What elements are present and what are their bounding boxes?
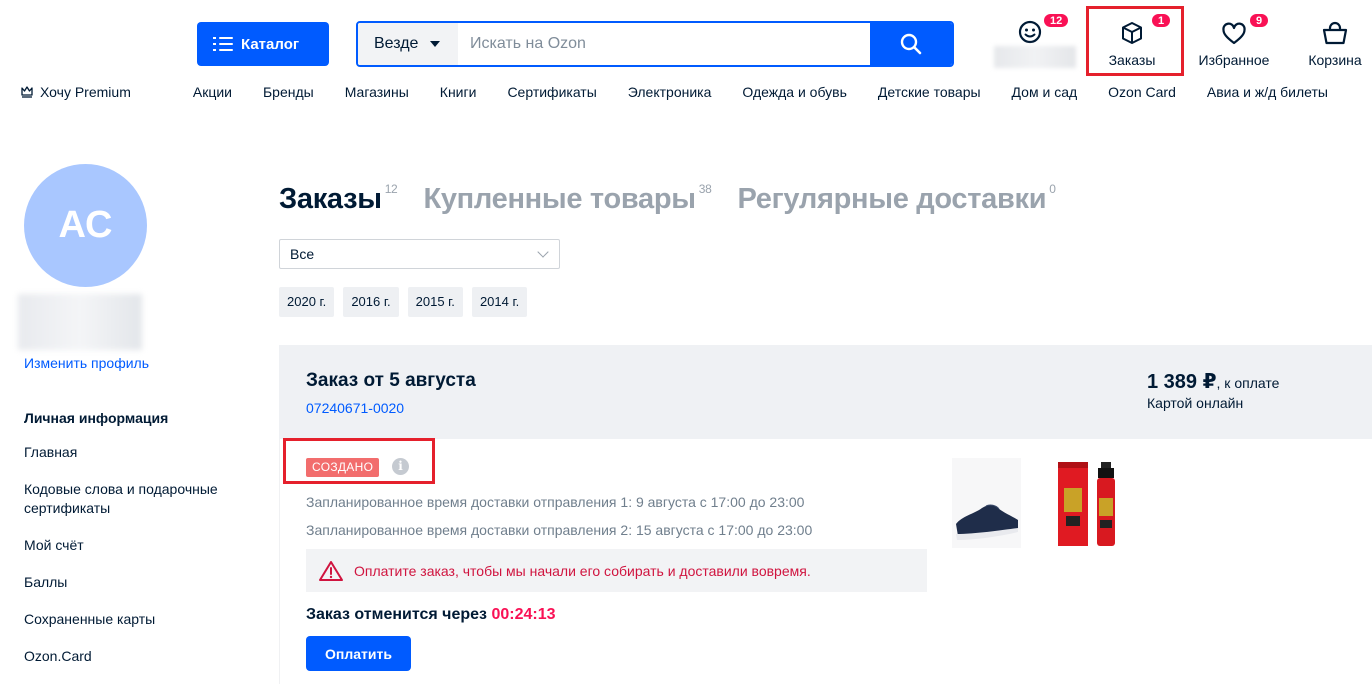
year-chip[interactable]: 2020 г. [279,287,335,317]
order-title: Заказ от 5 августа [306,370,476,391]
cancel-countdown: Заказ отменится через 00:24:13 [306,606,556,623]
cart-header-button[interactable]: Корзина [1303,18,1367,68]
search-scope-label: Везде [374,35,419,52]
nav-item-premium[interactable]: Хочу Premium [20,84,162,100]
tab-count: 12 [384,182,398,196]
product-thumbnail-sneakers[interactable] [952,458,1021,548]
catalog-label: Каталог [241,35,300,53]
sidebar-item-codewords[interactable]: Кодовые слова и подарочные сертификаты [24,480,254,518]
nav-item-kids[interactable]: Детские товары [878,84,981,100]
tab-count: 38 [698,182,712,196]
payment-method: Картой онлайн [1147,395,1244,411]
pay-button[interactable]: Оплатить [306,636,411,671]
spray-product-image [1058,462,1115,546]
category-nav: Хочу Premium Акции Бренды Магазины Книги… [20,84,1328,100]
product-thumbnail-spray[interactable] [1054,458,1126,548]
order-number-link[interactable]: 07240671-0020 [306,400,404,416]
chevron-down-icon [537,246,549,258]
year-chip[interactable]: 2015 г. [407,287,463,317]
order-price: 1 389 ₽, к оплате [1147,371,1280,393]
tab-purchased[interactable]: Купленные товары 38 [423,183,711,216]
tab-regular-deliveries[interactable]: Регулярные доставки 0 [737,183,1055,216]
user-name-blurred-large [18,294,142,350]
search-bar: Везде [356,21,954,67]
menu-icon [213,37,233,51]
nav-item-clothes[interactable]: Одежда и обувь [742,84,847,100]
heart-icon [1222,22,1246,45]
nav-item-tickets[interactable]: Авиа и ж/д билеты [1207,84,1328,100]
highlight-status [283,438,435,484]
caret-down-icon [430,41,441,47]
payment-warning: Оплатите заказ, чтобы мы начали его соби… [306,549,927,592]
sidebar-item-account[interactable]: Мой счёт [24,536,254,555]
sidebar-item-main[interactable]: Главная [24,443,254,462]
tab-count: 0 [1049,182,1056,196]
sidebar-item-ozon-card[interactable]: Ozon.Card [24,647,254,666]
price-note: , к оплате [1216,375,1280,391]
search-scope-select[interactable]: Везде [358,23,458,65]
avatar[interactable]: АС [24,164,147,287]
search-icon [900,33,922,55]
search-button[interactable] [870,23,952,65]
order-filter-select[interactable]: Все [279,239,560,269]
cart-header-label: Корзина [1308,52,1362,68]
nav-item-stores[interactable]: Магазины [345,84,409,100]
smiley-icon [1018,20,1042,44]
highlight-orders [1086,6,1184,76]
nav-item-certificates[interactable]: Сертификаты [507,84,596,100]
countdown-timer: 00:24:13 [491,606,556,623]
nav-item-promotions[interactable]: Акции [193,84,232,100]
profile-header-button[interactable] [1016,18,1044,46]
sidebar-menu: Главная Кодовые слова и подарочные серти… [24,443,254,684]
nav-item-ozon-card[interactable]: Ozon Card [1108,84,1176,100]
edit-profile-link[interactable]: Изменить профиль [24,355,149,371]
favorites-badge: 9 [1248,12,1271,29]
premium-crown-icon [21,86,33,98]
favorites-header-label: Избранное [1198,52,1270,68]
sidebar-item-saved-cards[interactable]: Сохраненные карты [24,610,254,629]
search-input[interactable] [458,23,870,65]
tab-orders[interactable]: Заказы 12 [279,182,398,216]
year-chip[interactable]: 2016 г. [343,287,399,317]
basket-icon [1322,21,1348,45]
nav-item-brands[interactable]: Бренды [263,84,314,100]
shipment-time-2: Запланированное время доставки отправлен… [306,522,813,538]
nav-item-electronics[interactable]: Электроника [628,84,712,100]
warning-text: Оплатите заказ, чтобы мы начали его соби… [354,562,811,579]
warning-triangle-icon [319,560,343,581]
catalog-button[interactable]: Каталог [197,22,329,66]
filter-selected-value: Все [290,246,315,262]
shipment-time-1: Запланированное время доставки отправлен… [306,494,805,510]
nav-item-home[interactable]: Дом и сад [1012,84,1078,100]
user-name-blurred [994,46,1076,68]
year-filter: 2020 г. 2016 г. 2015 г. 2014 г. [279,287,528,317]
sidebar-item-points[interactable]: Баллы [24,573,254,592]
sneaker-image [956,504,1018,540]
profile-badge: 12 [1042,12,1071,29]
nav-item-books[interactable]: Книги [440,84,477,100]
year-chip[interactable]: 2014 г. [471,287,528,317]
orders-tabs: Заказы 12 Купленные товары 38 Регулярные д… [279,183,1082,216]
sidebar-title: Личная информация [24,410,169,426]
